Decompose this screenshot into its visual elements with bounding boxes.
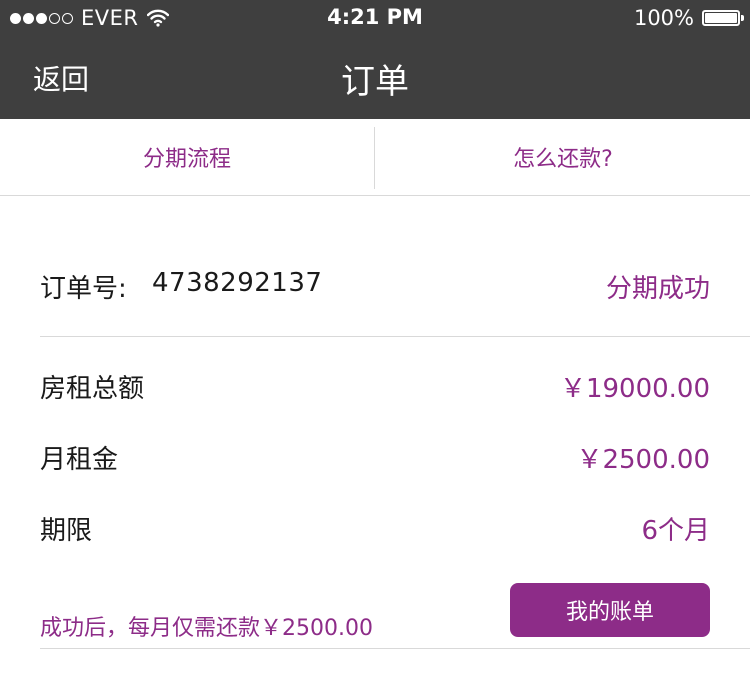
header: EVER 4:21 PM 100% 返回 订单 [0, 0, 750, 119]
divider [40, 648, 750, 649]
order-number-row: 订单号: 4738292137 分期成功 [40, 268, 710, 312]
order-number: 4738292137 [152, 268, 323, 298]
order-number-label: 订单号: [40, 274, 127, 304]
detail-value: 6个月 [641, 516, 710, 546]
status-bar: EVER 4:21 PM 100% [0, 0, 750, 36]
nav-bar: 返回 订单 [0, 36, 750, 119]
tab-divider [374, 127, 375, 189]
divider [40, 336, 750, 337]
detail-label: 房租总额 [40, 374, 145, 404]
detail-label: 期限 [40, 516, 93, 546]
battery-icon [702, 10, 744, 26]
page-title: 订单 [341, 62, 409, 102]
battery-percent: 100% [633, 6, 694, 30]
order-card: 订单号: 4738292137 分期成功 房租总额 ￥19000.00 月租金 … [0, 196, 750, 688]
my-bill-button[interactable]: 我的账单 [510, 583, 710, 637]
detail-value: ￥2500.00 [576, 445, 710, 475]
tab-how-to-repay[interactable]: 怎么还款? [376, 119, 750, 195]
detail-value: ￥19000.00 [559, 374, 710, 404]
tab-installment-process[interactable]: 分期流程 [0, 119, 374, 195]
detail-label: 月租金 [40, 445, 119, 475]
battery-fill [705, 13, 737, 23]
tab-bar: 分期流程 怎么还款? [0, 119, 750, 196]
battery-tip [741, 15, 744, 21]
order-status: 分期成功 [605, 274, 710, 304]
detail-row-monthly-rent: 月租金 ￥2500.00 [40, 439, 710, 479]
status-bar-right: 100% [633, 6, 744, 30]
order-page: EVER 4:21 PM 100% 返回 订单 分期流程 怎么还款? 订单号: … [0, 0, 750, 688]
detail-row-term: 期限 6个月 [40, 510, 710, 550]
detail-row-total-rent: 房租总额 ￥19000.00 [40, 368, 710, 408]
repayment-note: 成功后，每月仅需还款￥2500.00 [40, 616, 373, 641]
